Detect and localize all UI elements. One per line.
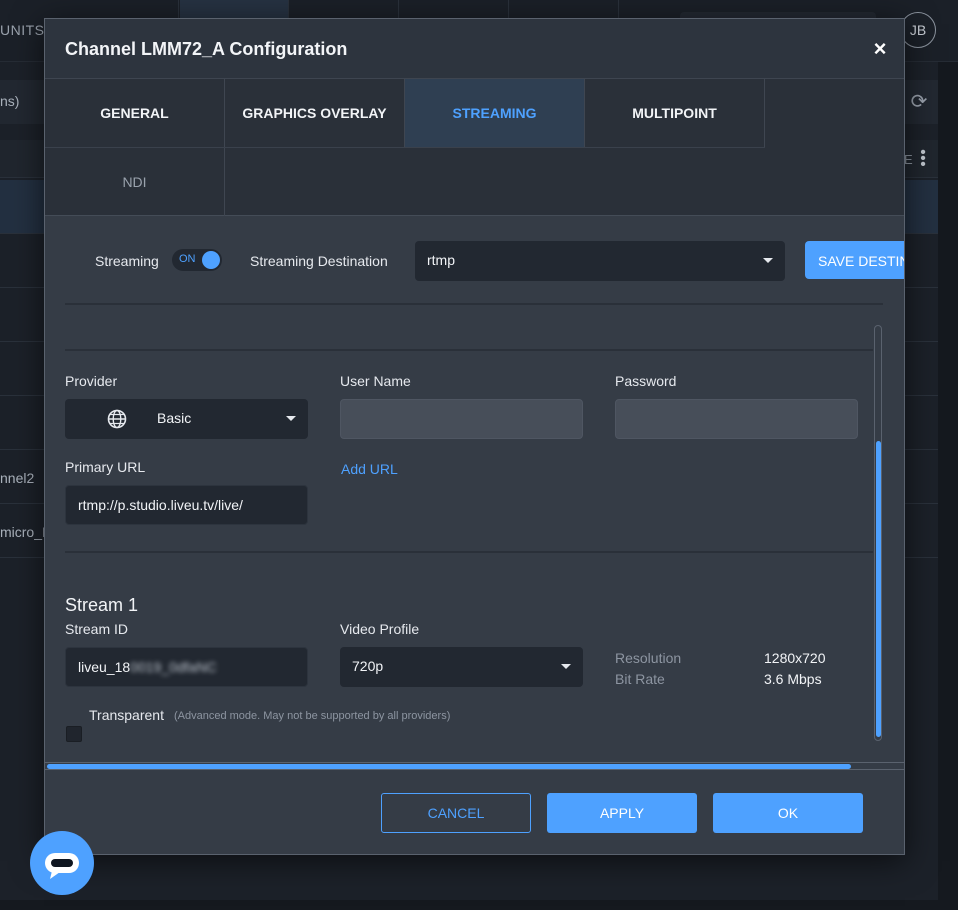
- nav-divider: [398, 0, 399, 20]
- username-label: User Name: [340, 373, 411, 389]
- toggle-state-text: ON: [179, 253, 196, 265]
- avatar[interactable]: JB: [900, 12, 936, 48]
- stream-id-obscured: 0019_0dfaNC: [130, 659, 217, 675]
- kebab-menu-icon[interactable]: • • •: [918, 145, 928, 173]
- column-header-fragment: E: [904, 152, 913, 167]
- chat-button[interactable]: [30, 831, 94, 895]
- streaming-toggle[interactable]: ON: [172, 249, 222, 271]
- stream-id-visible: liveu_18: [78, 659, 131, 675]
- toggle-knob: [202, 251, 220, 269]
- video-profile-label: Video Profile: [340, 621, 420, 637]
- refresh-icon[interactable]: ⟳: [906, 88, 932, 114]
- resolution-label: Resolution: [615, 650, 682, 666]
- cancel-button[interactable]: CANCEL: [381, 793, 531, 833]
- apply-button[interactable]: APPLY: [547, 793, 697, 833]
- row-channel-name: micro_Ir: [0, 524, 51, 540]
- nav-divider: [508, 0, 509, 20]
- primary-url-field[interactable]: rtmp://p.studio.liveu.tv/live/: [65, 485, 308, 525]
- ok-button[interactable]: OK: [713, 793, 863, 833]
- transparent-label: Transparent: [89, 707, 164, 723]
- transparent-checkbox[interactable]: [66, 726, 82, 742]
- stream-title: Stream 1: [65, 595, 139, 615]
- horizontal-scrollbar-thumb[interactable]: [47, 764, 851, 769]
- streaming-label: Streaming: [95, 253, 159, 269]
- tab-general[interactable]: GENERAL: [45, 79, 225, 147]
- toolbar-text: ns): [0, 93, 20, 109]
- nav-selected-tab[interactable]: [180, 0, 288, 20]
- destination-label: Streaming Destination: [250, 253, 388, 269]
- resolution-value: 1280x720: [764, 650, 826, 666]
- chevron-down-icon: [763, 258, 773, 263]
- tab-bar: GENERAL GRAPHICS OVERLAY STREAMING MULTI…: [45, 79, 904, 216]
- nav-divider: [288, 0, 289, 20]
- chat-bubble-icon: [45, 853, 79, 879]
- add-url-link[interactable]: Add URL: [341, 461, 398, 477]
- tab-streaming[interactable]: STREAMING: [405, 79, 585, 147]
- transparent-note: (Advanced mode. May not be supported by …: [174, 710, 451, 722]
- provider-value: Basic: [157, 410, 192, 426]
- bitrate-label: Bit Rate: [615, 671, 665, 687]
- channel-config-dialog: Channel LMM72_A Configuration × GENERAL …: [44, 18, 905, 855]
- close-icon[interactable]: ×: [869, 37, 891, 61]
- stream-id-label: Stream ID: [65, 621, 129, 637]
- stream-id-value: liveu_180019_0dfaNC: [78, 659, 217, 675]
- nav-units[interactable]: UNITS: [0, 22, 45, 38]
- globe-icon: [107, 409, 127, 429]
- video-profile-value: 720p: [352, 658, 384, 674]
- nav-divider: [178, 0, 179, 20]
- bitrate-value: 3.6 Mbps: [764, 671, 822, 687]
- primary-url-label: Primary URL: [65, 459, 146, 475]
- row-channel-name: nnel2: [0, 470, 35, 486]
- chevron-down-icon: [561, 664, 571, 669]
- nav-divider: [618, 0, 619, 20]
- divider: [65, 349, 873, 351]
- video-profile-select[interactable]: 720p: [340, 647, 583, 687]
- chevron-down-icon: [286, 416, 296, 421]
- destination-value: rtmp: [427, 252, 455, 268]
- provider-select[interactable]: Basic: [65, 399, 308, 439]
- save-destination-button[interactable]: SAVE DESTIN: [805, 241, 904, 279]
- provider-label: Provider: [65, 373, 118, 389]
- stream-id-field[interactable]: liveu_180019_0dfaNC: [65, 647, 308, 687]
- tab-multipoint[interactable]: MULTIPOINT: [585, 79, 765, 147]
- dialog-body: Streaming ON Streaming Destination rtmp …: [45, 217, 904, 772]
- primary-url-value: rtmp://p.studio.liveu.tv/live/: [78, 497, 243, 513]
- dialog-title: Channel LMM72_A Configuration: [65, 39, 348, 59]
- divider: [65, 303, 883, 305]
- tab-graphics-overlay[interactable]: GRAPHICS OVERLAY: [225, 79, 405, 147]
- password-field[interactable]: [615, 399, 858, 439]
- password-label: Password: [615, 373, 677, 389]
- dialog-header: Channel LMM72_A Configuration ×: [45, 19, 904, 79]
- vertical-scrollbar-thumb[interactable]: [876, 441, 881, 737]
- username-field[interactable]: [340, 399, 583, 439]
- divider: [65, 551, 873, 553]
- destination-select[interactable]: rtmp: [415, 241, 785, 281]
- tab-ndi[interactable]: NDI: [45, 148, 225, 216]
